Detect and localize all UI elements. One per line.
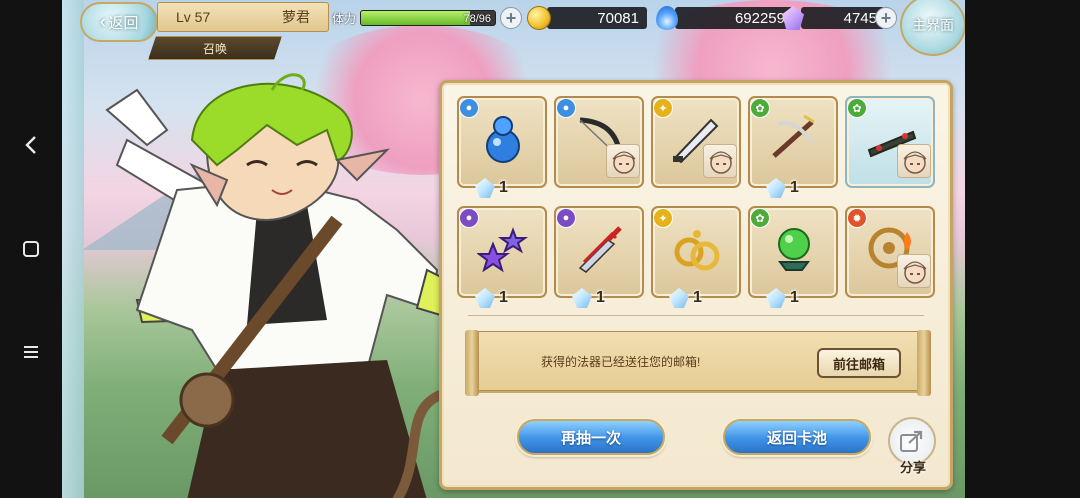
home-nav-icon[interactable] bbox=[15, 233, 47, 265]
gold-rings-icon bbox=[674, 230, 720, 271]
item-slot[interactable]: ✿ 1 bbox=[748, 96, 838, 198]
back-to-pool-label: 返回卡池 bbox=[766, 429, 827, 447]
crystal-icon bbox=[766, 178, 786, 198]
crystal-icon bbox=[475, 288, 495, 308]
menu-nav-icon[interactable] bbox=[15, 336, 47, 368]
player-name-plate: Lv 57 萝君 bbox=[157, 2, 329, 32]
crossbow-icon bbox=[772, 114, 815, 158]
purple-stars-icon bbox=[477, 227, 529, 273]
blue-flame-icon bbox=[656, 6, 678, 30]
fire-element-icon: ✹ bbox=[847, 208, 867, 228]
spirit-amount: 692259 bbox=[675, 7, 793, 29]
draw-again-button[interactable]: 再抽一次 bbox=[517, 419, 665, 455]
item-slot[interactable]: ● bbox=[554, 96, 644, 188]
character-portrait-icon bbox=[897, 254, 931, 288]
back-label: 返回 bbox=[108, 14, 139, 32]
decorative-frame bbox=[62, 0, 84, 498]
item-slot[interactable]: ● 1 bbox=[554, 206, 644, 308]
item-count: 1 bbox=[766, 178, 799, 198]
crystal-icon bbox=[669, 288, 689, 308]
twin-daggers-icon bbox=[578, 226, 622, 273]
back-arrow-icon: ‹ bbox=[99, 10, 107, 33]
item-grid: ● 1 ● ✦ ✿ 1 ✿ ● 1 ● 1 ✦ 1 ✿ 1 ✹ bbox=[457, 96, 935, 308]
player-level: Lv 57 bbox=[176, 9, 211, 25]
share-label: 分享 bbox=[899, 460, 926, 475]
item-count: 1 bbox=[766, 288, 799, 308]
notice-scroll: 获得的法器已经送往您的邮箱! 前往邮箱 bbox=[465, 330, 931, 396]
item-slot[interactable]: ✦ 1 bbox=[651, 206, 741, 308]
draw-again-label: 再抽一次 bbox=[560, 429, 621, 447]
spirit-counter: 692259 bbox=[656, 6, 793, 30]
dark-element-icon: ● bbox=[556, 208, 576, 228]
gold-amount: 70081 bbox=[547, 7, 647, 29]
game-viewport: ‹ 返回 Lv 57 萝君 召唤 体力 78/96 + 70081 692259… bbox=[62, 0, 965, 498]
blue-gourd-icon bbox=[486, 116, 520, 163]
character-portrait-icon bbox=[703, 144, 737, 178]
crystal-icon bbox=[766, 288, 786, 308]
mode-tag-label: 召唤 bbox=[202, 41, 227, 56]
game-screen: ‹ 返回 Lv 57 萝君 召唤 体力 78/96 + 70081 692259… bbox=[0, 0, 1080, 498]
item-count-value: 1 bbox=[693, 289, 702, 306]
back-nav-icon[interactable] bbox=[15, 129, 47, 161]
back-to-pool-button[interactable]: 返回卡池 bbox=[723, 419, 871, 455]
stamina-fill bbox=[361, 11, 470, 25]
summon-result-panel: ● 1 ● ✦ ✿ 1 ✿ ● 1 ● 1 ✦ 1 ✿ 1 ✹ 获得的法器已经送往您的邮箱! 前往邮箱 再抽一… bbox=[439, 80, 953, 490]
add-gems-button[interactable]: + bbox=[875, 7, 897, 29]
character-portrait-icon bbox=[606, 144, 640, 178]
gem-counter: 4745 + bbox=[782, 6, 897, 30]
back-button[interactable]: ‹ 返回 bbox=[80, 2, 158, 42]
item-count-value: 1 bbox=[596, 289, 605, 306]
divider bbox=[468, 315, 924, 316]
light-element-icon: ✦ bbox=[653, 98, 673, 118]
item-slot[interactable]: ✿ bbox=[845, 96, 935, 188]
home-button[interactable]: 主界面 bbox=[900, 0, 965, 56]
water-element-icon: ● bbox=[459, 98, 479, 118]
item-slot[interactable]: ● 1 bbox=[457, 206, 547, 308]
wind-element-icon: ✿ bbox=[847, 98, 867, 118]
dark-element-icon: ● bbox=[459, 208, 479, 228]
mailbox-button-label: 前往邮箱 bbox=[832, 356, 885, 372]
wind-element-icon: ✿ bbox=[750, 208, 770, 228]
item-slot[interactable]: ✿ 1 bbox=[748, 206, 838, 308]
item-count-value: 1 bbox=[499, 289, 508, 306]
stamina-bar: 体力 78/96 + bbox=[332, 5, 522, 31]
plus-icon: + bbox=[880, 8, 892, 28]
player-name: 萝君 bbox=[282, 9, 310, 25]
android-nav-bar bbox=[0, 0, 62, 498]
water-element-icon: ● bbox=[556, 98, 576, 118]
item-count: 1 bbox=[475, 288, 508, 308]
item-count-value: 1 bbox=[790, 289, 799, 306]
item-count: 1 bbox=[475, 178, 508, 198]
stamina-track: 78/96 bbox=[360, 10, 496, 26]
stamina-label: 体力 bbox=[332, 11, 357, 26]
item-count-value: 1 bbox=[499, 179, 508, 196]
go-to-mailbox-button[interactable]: 前往邮箱 bbox=[817, 348, 901, 378]
item-slot[interactable]: ✦ bbox=[651, 96, 741, 188]
green-orb-icon bbox=[778, 228, 810, 271]
light-element-icon: ✦ bbox=[653, 208, 673, 228]
right-letterbox bbox=[965, 0, 1080, 498]
character-portrait-icon bbox=[897, 144, 931, 178]
home-label: 主界面 bbox=[912, 17, 954, 33]
wind-element-icon: ✿ bbox=[750, 98, 770, 118]
add-stamina-button[interactable]: + bbox=[500, 7, 522, 29]
notice-message: 获得的法器已经送往您的邮箱! bbox=[541, 355, 701, 369]
item-count-value: 1 bbox=[790, 179, 799, 196]
gold-coin-icon bbox=[527, 6, 551, 30]
item-count: 1 bbox=[669, 288, 702, 308]
item-count: 1 bbox=[572, 288, 605, 308]
crystal-icon bbox=[572, 288, 592, 308]
gem-amount: 4745 bbox=[801, 7, 885, 29]
stamina-value: 78/96 bbox=[463, 13, 491, 25]
crystal-icon bbox=[475, 178, 495, 198]
share-icon bbox=[900, 430, 923, 452]
gold-counter: 70081 bbox=[527, 6, 647, 30]
mode-tag: 召唤 bbox=[148, 36, 282, 60]
item-slot[interactable]: ● 1 bbox=[457, 96, 547, 198]
item-slot[interactable]: ✹ bbox=[845, 206, 935, 298]
plus-icon: + bbox=[505, 8, 517, 28]
